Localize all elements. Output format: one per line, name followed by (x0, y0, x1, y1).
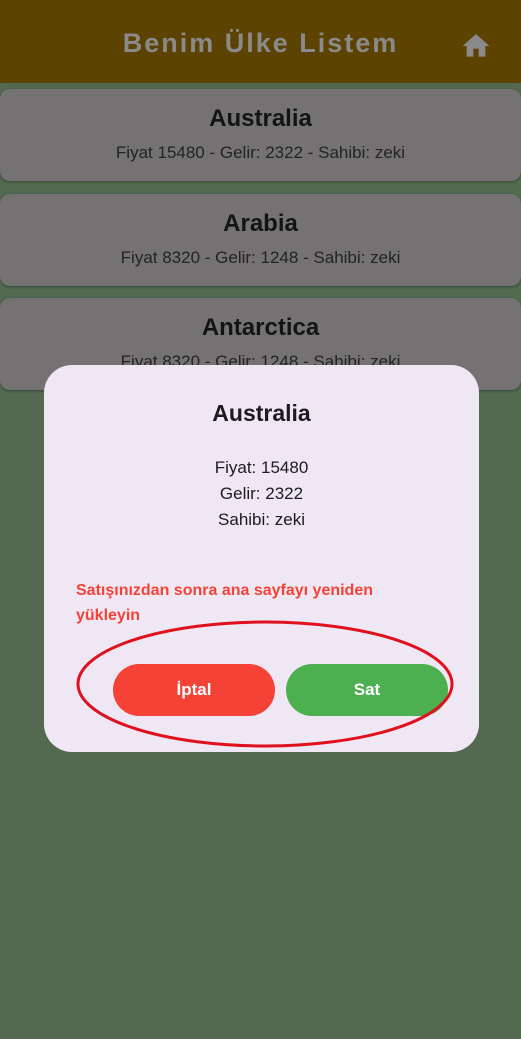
country-name: Arabia (223, 210, 298, 237)
country-name: Antarctica (201, 314, 320, 341)
cancel-button[interactable]: İptal (113, 664, 275, 716)
dialog-owner: Sahibi: zeki (218, 510, 305, 529)
dialog-warning: Satışınızdan sonra ana sayfayı yeniden y… (76, 582, 373, 624)
home-icon[interactable] (458, 30, 494, 62)
app-title: Benim Ülke Listem (122, 28, 399, 58)
country-card-arabia[interactable]: Arabia Fiyat 8320 - Gelir: 1248 - Sahibi… (0, 194, 521, 286)
country-details: Fiyat 15480 - Gelir: 2322 - Sahibi: zeki (115, 143, 406, 162)
sell-dialog: Australia Fiyat: 15480 Gelir: 2322 Sahib… (44, 365, 479, 752)
dialog-price: Fiyat: 15480 (214, 458, 309, 477)
app-bar: Benim Ülke Listem (0, 0, 521, 83)
dialog-income: Gelir: 2322 (219, 484, 304, 503)
country-details: Fiyat 8320 - Gelir: 1248 - Sahibi: zeki (120, 248, 401, 267)
dialog-info: Fiyat: 15480 Gelir: 2322 Sahibi: zeki (44, 455, 479, 533)
country-name: Australia (209, 105, 312, 132)
sell-button[interactable]: Sat (286, 664, 448, 716)
dialog-title: Australia (212, 400, 311, 426)
country-card-australia[interactable]: Australia Fiyat 15480 - Gelir: 2322 - Sa… (0, 89, 521, 181)
